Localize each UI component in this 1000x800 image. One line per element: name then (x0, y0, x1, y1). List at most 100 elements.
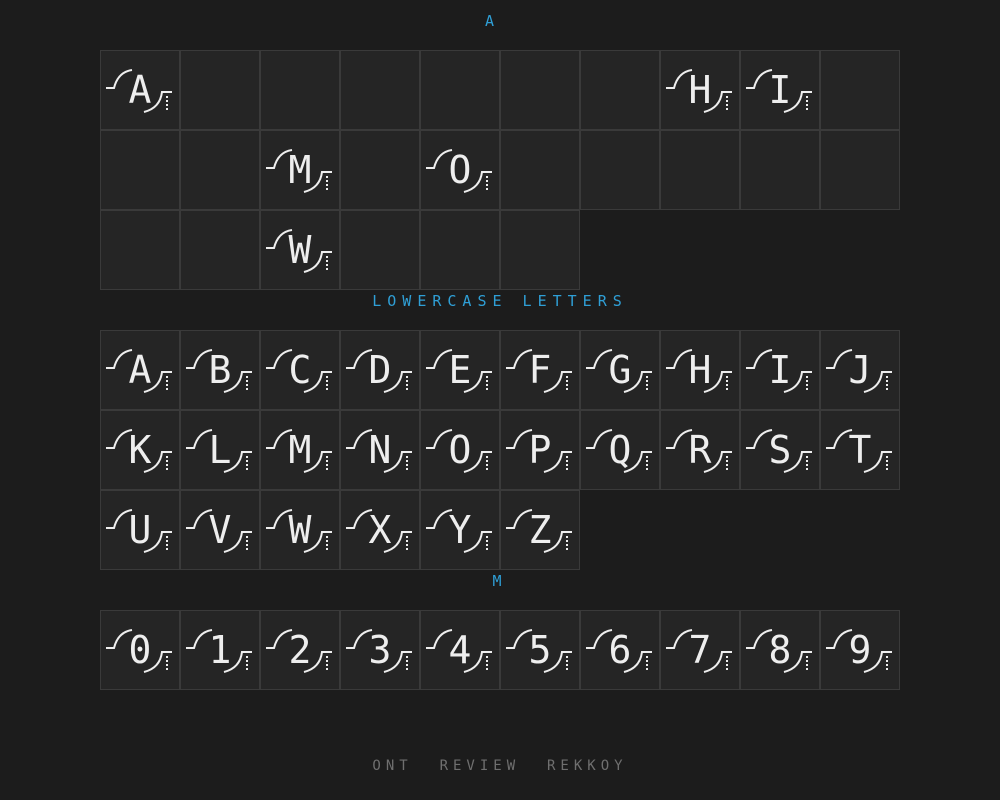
glyph-sample: U (104, 502, 176, 558)
glyph-sample: R (664, 422, 736, 478)
glyph-character: 5 (528, 628, 552, 672)
uppercase-glyph-cell (500, 130, 580, 210)
uppercase-glyph-cell (820, 50, 900, 130)
numbers-glyph-grid: 0 1 2 3 4 5 6 7 8 9 (100, 610, 900, 690)
uppercase-glyph-cell (100, 130, 180, 210)
lowercase-glyph-cell: V (180, 490, 260, 570)
glyph-character: B (208, 348, 232, 392)
glyph-character: 8 (768, 628, 792, 672)
glyph-sample: W (264, 222, 336, 278)
lowercase-glyph-cell: S (740, 410, 820, 490)
glyph-character: 6 (608, 628, 632, 672)
lowercase-glyph-cell: K (100, 410, 180, 490)
uppercase-glyph-cell: H (660, 50, 740, 130)
uppercase-glyph-cell (260, 50, 340, 130)
glyph-sample: J (824, 342, 896, 398)
uppercase-glyph-cell (340, 130, 420, 210)
lowercase-section-title: LOWERCASE LETTERS (372, 292, 628, 310)
glyph-character: E (448, 348, 472, 392)
glyph-character: 1 (208, 628, 232, 672)
glyph-sample: L (184, 422, 256, 478)
glyph-sample: C (264, 342, 336, 398)
glyph-sample: 0 (104, 622, 176, 678)
number-glyph-cell: 4 (420, 610, 500, 690)
glyph-sample: O (424, 422, 496, 478)
glyph-character: D (368, 348, 392, 392)
glyph-character: F (528, 348, 552, 392)
numbers-section-title: M (492, 572, 508, 590)
glyph-sample: N (344, 422, 416, 478)
glyph-sample: T (824, 422, 896, 478)
glyph-sample: I (744, 342, 816, 398)
lowercase-glyph-cell: X (340, 490, 420, 570)
uppercase-glyph-cell (500, 50, 580, 130)
glyph-sample: H (664, 62, 736, 118)
lowercase-glyph-cell: Q (580, 410, 660, 490)
glyph-sample: A (104, 62, 176, 118)
glyph-sample: F (504, 342, 576, 398)
number-glyph-cell: 2 (260, 610, 340, 690)
uppercase-glyph-cell (820, 130, 900, 210)
glyph-sample: 6 (584, 622, 656, 678)
uppercase-section-title: A (484, 12, 516, 30)
glyph-character: Y (448, 508, 472, 552)
uppercase-glyph-cell: A (100, 50, 180, 130)
glyph-character: O (448, 428, 472, 472)
lowercase-glyph-cell: Z (500, 490, 580, 570)
glyph-character: U (128, 508, 152, 552)
uppercase-glyph-cell: O (420, 130, 500, 210)
lowercase-glyph-cell: P (500, 410, 580, 490)
glyph-character: J (848, 348, 872, 392)
lowercase-glyph-cell: R (660, 410, 740, 490)
lowercase-glyph-cell: C (260, 330, 340, 410)
glyph-character: M (288, 428, 312, 472)
uppercase-glyph-cell: W (260, 210, 340, 290)
glyph-character: P (528, 428, 552, 472)
lowercase-glyph-cell: D (340, 330, 420, 410)
uppercase-glyph-cell (180, 130, 260, 210)
uppercase-glyph-cell: M (260, 130, 340, 210)
glyph-sample: Y (424, 502, 496, 558)
glyph-sample: 2 (264, 622, 336, 678)
uppercase-glyph-cell (660, 130, 740, 210)
glyph-sample: W (264, 502, 336, 558)
glyph-character: W (288, 508, 312, 552)
glyph-sample: B (184, 342, 256, 398)
glyph-character: W (288, 228, 312, 272)
number-glyph-cell: 7 (660, 610, 740, 690)
glyph-character: Q (608, 428, 632, 472)
number-glyph-cell: 3 (340, 610, 420, 690)
uppercase-glyph-cell (420, 210, 500, 290)
glyph-sample: K (104, 422, 176, 478)
uppercase-glyph-cell (180, 210, 260, 290)
glyph-character: O (448, 148, 472, 192)
lowercase-glyph-cell: Y (420, 490, 500, 570)
number-glyph-cell: 5 (500, 610, 580, 690)
glyph-sample: M (264, 422, 336, 478)
glyph-character: L (208, 428, 232, 472)
lowercase-glyph-cell: E (420, 330, 500, 410)
glyph-sample: Z (504, 502, 576, 558)
font-preview-page: A A H I M O W LOWERCASE LETTERS A B C D E F G H I J K L M… (0, 0, 1000, 800)
lowercase-glyph-cell: G (580, 330, 660, 410)
glyph-character: A (128, 348, 152, 392)
glyph-character: Z (528, 508, 552, 552)
glyph-sample: 3 (344, 622, 416, 678)
number-glyph-cell: 6 (580, 610, 660, 690)
glyph-sample: D (344, 342, 416, 398)
uppercase-glyph-cell (420, 50, 500, 130)
glyph-sample: V (184, 502, 256, 558)
uppercase-glyph-cell (100, 210, 180, 290)
glyph-character: 2 (288, 628, 312, 672)
glyph-character: T (848, 428, 872, 472)
glyph-sample: Q (584, 422, 656, 478)
lowercase-glyph-cell: W (260, 490, 340, 570)
glyph-sample: 8 (744, 622, 816, 678)
uppercase-glyph-cell (580, 130, 660, 210)
glyph-character: K (128, 428, 152, 472)
number-glyph-cell: 1 (180, 610, 260, 690)
lowercase-glyph-cell: O (420, 410, 500, 490)
glyph-character: 7 (688, 628, 712, 672)
glyph-character: G (608, 348, 632, 392)
glyph-sample: G (584, 342, 656, 398)
